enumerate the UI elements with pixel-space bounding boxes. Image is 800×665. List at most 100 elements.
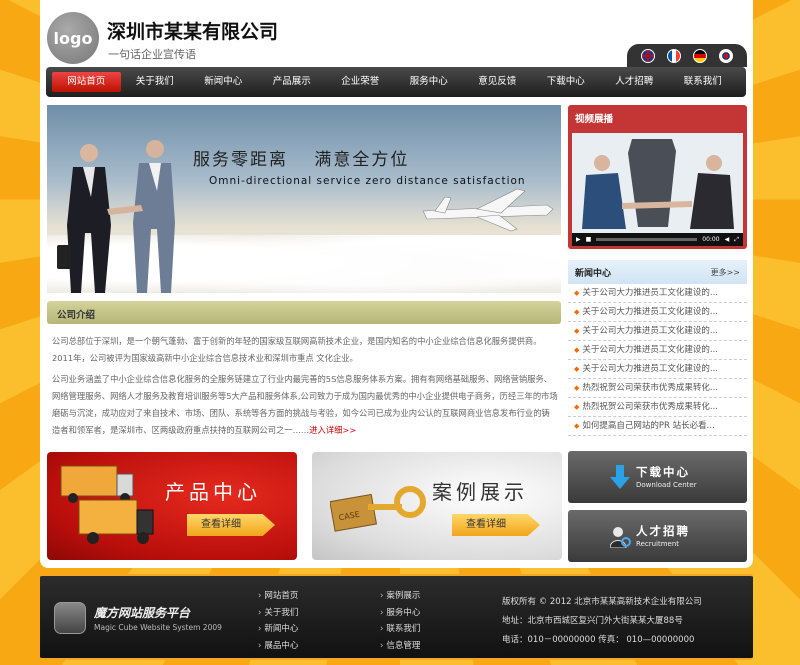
footer-link[interactable]: › 新闻中心	[258, 621, 298, 638]
download-arrow-icon	[610, 465, 630, 489]
footer-link[interactable]: › 信息管理	[380, 638, 420, 655]
bullet-icon: ◆	[574, 308, 580, 316]
site-footer: 魔方网站服务平台 Magic Cube Website System 2009 …	[40, 574, 753, 660]
footer-link-label: 服务中心	[386, 607, 421, 618]
arrow-icon: ›	[258, 607, 262, 618]
nav-item-download[interactable]: 下载中心	[532, 72, 601, 92]
download-center-button[interactable]: 下载中心 Download Center	[568, 451, 747, 503]
case-showcase-title: 案例展示	[432, 480, 528, 504]
bullet-icon: ◆	[574, 346, 580, 354]
footer-info: 版权所有 © 2012 北京市某某高新技术企业有限公司 地址：北京市西城区复兴门…	[502, 593, 702, 650]
video-time: 00:00	[702, 236, 720, 243]
footer-link[interactable]: › 联系我们	[380, 621, 420, 638]
download-center-title: 下载中心	[636, 465, 690, 479]
intro-text: 公司总部位于深圳，是一个朝气蓬勃、富于创新的年轻的国家级互联网高新技术企业，是国…	[52, 333, 558, 443]
company-name: 深圳市某某有限公司	[107, 21, 279, 43]
businessmen-illustration	[57, 140, 554, 293]
magic-cube-logo-icon	[54, 602, 86, 634]
video-thumbnail	[572, 133, 743, 233]
video-player[interactable]: ▶ ■ 00:00 ◀ ⤢	[572, 133, 743, 246]
video-panel: 视频展播 ▶ ■ 00:00 ◀ ⤢	[568, 105, 747, 249]
volume-icon[interactable]: ◀	[725, 236, 730, 243]
intro-paragraph-2: 公司业务涵盖了中小企业综合信息化服务的全服务链建立了行业内最完善的5S信息服务体…	[52, 371, 558, 439]
bullet-icon: ◆	[574, 403, 580, 411]
nav-item-about[interactable]: 关于我们	[121, 72, 190, 92]
footer-links-col-1: › 网站首页 › 关于我们 › 新闻中心 › 展品中心	[258, 588, 298, 654]
intro-heading: 公司介绍	[57, 310, 96, 321]
stop-icon[interactable]: ■	[586, 236, 592, 243]
news-item-label: 热烈祝贺公司荣获市优秀成果转化...	[582, 383, 718, 393]
footer-link[interactable]: › 展品中心	[258, 638, 298, 655]
footer-link[interactable]: › 关于我们	[258, 605, 298, 622]
news-item-label: 关于公司大力推进员工文化建设的...	[582, 288, 718, 298]
recruitment-button[interactable]: 人才招聘 Recruitment	[568, 510, 747, 562]
footer-brand: 魔方网站服务平台	[94, 606, 191, 620]
arrow-icon: ›	[258, 624, 262, 634]
footer-link[interactable]: › 案例展示	[380, 588, 420, 605]
news-item[interactable]: ◆ 关于公司大力推进员工文化建设的...	[568, 303, 747, 322]
nav-item-news[interactable]: 新闻中心	[189, 72, 258, 92]
news-item[interactable]: ◆ 关于公司大力推进员工文化建设的...	[568, 284, 747, 303]
bullet-icon: ◆	[574, 327, 580, 335]
case-showcase-promo[interactable]: CASE 案例展示 查看详细	[312, 452, 562, 560]
footer-links-col-2: › 案例展示 › 服务中心 › 联系我们 › 信息管理	[380, 588, 420, 654]
arrow-icon: ›	[258, 640, 262, 651]
download-center-subtitle: Download Center	[636, 481, 697, 489]
news-item[interactable]: ◆ 热烈祝贺公司荣获市优秀成果转化...	[568, 398, 747, 417]
nav-item-products[interactable]: 产品展示	[258, 72, 327, 92]
news-list: ◆ 关于公司大力推进员工文化建设的... ◆ 关于公司大力推进员工文化建设的... …	[568, 284, 747, 436]
news-panel-title: 新闻中心	[575, 268, 612, 279]
news-item[interactable]: ◆ 关于公司大力推进员工文化建设的...	[568, 341, 747, 360]
fullscreen-icon[interactable]: ⤢	[734, 236, 739, 244]
germany-flag-icon[interactable]	[693, 48, 707, 63]
intro-paragraph-2-text: 公司业务涵盖了中小企业综合信息化服务的全服务链建立了行业内最完善的5S信息服务体…	[52, 374, 558, 435]
bullet-icon: ◆	[574, 384, 580, 392]
footer-link-label: 展品中心	[264, 640, 299, 651]
video-panel-title: 视频展播	[575, 114, 614, 125]
bullet-icon: ◆	[574, 365, 580, 373]
korea-flag-icon[interactable]	[719, 48, 733, 63]
news-more-link[interactable]: 更多>>	[711, 267, 740, 278]
english-flag-icon[interactable]	[641, 48, 655, 63]
footer-link-label: 网站首页	[264, 591, 299, 601]
hero-banner[interactable]: 服务零距离 满意全方位 Omni-directional service zer…	[47, 105, 561, 293]
recruitment-title: 人才招聘	[636, 524, 690, 538]
video-progress-bar[interactable]	[596, 238, 698, 241]
nav-item-contact[interactable]: 联系我们	[669, 72, 738, 92]
footer-link-label: 联系我们	[386, 624, 421, 634]
play-icon[interactable]: ▶	[576, 236, 581, 243]
footer-link-label: 关于我们	[264, 607, 299, 618]
news-item[interactable]: ◆ 关于公司大力推进员工文化建设的...	[568, 322, 747, 341]
case-showcase-button[interactable]: 查看详细	[452, 514, 540, 536]
footer-link-label: 案例展示	[386, 591, 421, 601]
news-panel: 新闻中心 更多>> ◆ 关于公司大力推进员工文化建设的... ◆ 关于公司大力推进员…	[568, 260, 747, 442]
product-center-promo[interactable]: 产品中心 查看详细	[47, 452, 297, 560]
banner-title: 服务零距离 满意全方位	[193, 150, 410, 170]
product-center-button[interactable]: 查看详细	[187, 514, 275, 536]
nav-item-honors[interactable]: 企业荣誉	[326, 72, 395, 92]
footer-copyright: 版权所有 © 2012 北京市某某高新技术企业有限公司	[502, 597, 702, 607]
logo[interactable]: logo	[47, 12, 99, 64]
page-container: logo 深圳市某某有限公司 一句话企业宣传语 网站首页 关于我们 新闻中心 产…	[40, 0, 753, 568]
footer-brand-english: Magic Cube Website System 2009	[94, 623, 222, 632]
nav-item-recruit[interactable]: 人才招聘	[600, 72, 669, 92]
footer-link[interactable]: › 网站首页	[258, 588, 298, 605]
news-item[interactable]: ◆ 热烈祝贺公司荣获市优秀成果转化...	[568, 379, 747, 398]
arrow-icon: ›	[258, 591, 262, 601]
product-center-title: 产品中心	[165, 480, 261, 504]
nav-item-home[interactable]: 网站首页	[52, 72, 121, 92]
news-item-label: 关于公司大力推进员工文化建设的...	[582, 307, 718, 317]
news-item-label: 关于公司大力推进员工文化建设的...	[582, 326, 718, 336]
news-item[interactable]: ◆ 如何提高自己网站的PR 站长必看...	[568, 417, 747, 436]
footer-link[interactable]: › 服务中心	[380, 605, 420, 622]
arrow-icon: ›	[380, 640, 384, 651]
intro-more-link[interactable]: 进入详细>>	[309, 425, 356, 435]
france-flag-icon[interactable]	[667, 48, 681, 63]
news-item-label: 热烈祝贺公司荣获市优秀成果转化...	[582, 402, 718, 412]
nav-item-service[interactable]: 服务中心	[395, 72, 464, 92]
arrow-icon: ›	[380, 607, 384, 618]
nav-item-feedback[interactable]: 意见反馈	[463, 72, 532, 92]
news-item[interactable]: ◆ 关于公司大力推进员工文化建设的...	[568, 360, 747, 379]
news-item-label: 关于公司大力推进员工文化建设的...	[582, 345, 718, 355]
intro-heading-bar: 公司介绍	[47, 301, 561, 324]
